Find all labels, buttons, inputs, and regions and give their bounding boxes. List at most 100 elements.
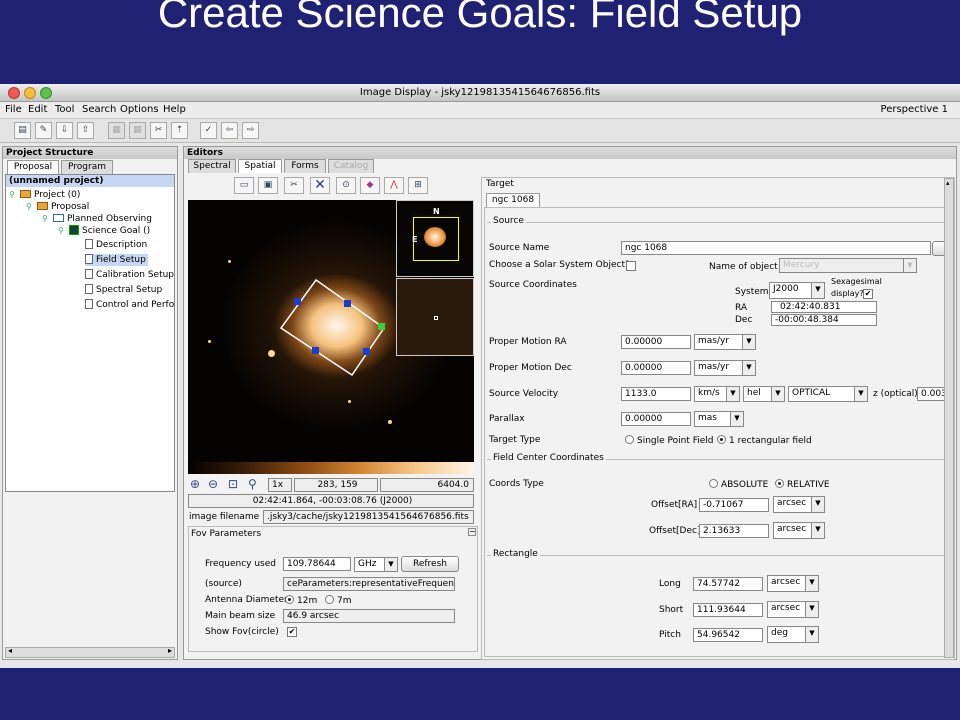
zoom-in-icon[interactable]: ⊕: [190, 477, 200, 491]
menu-edit[interactable]: Edit: [28, 104, 47, 115]
rectangular-field-radio[interactable]: 1 rectangular field: [717, 435, 812, 446]
open-image-icon[interactable]: ▭: [234, 177, 254, 194]
histogram-icon[interactable]: ⋀: [384, 177, 404, 194]
tab-proposal[interactable]: Proposal: [7, 160, 59, 174]
sexagesimal-checkbox[interactable]: ✔: [863, 289, 873, 299]
perspective-label[interactable]: Perspective 1: [881, 104, 948, 115]
refresh-button[interactable]: Refresh: [401, 556, 459, 572]
zoom-search-icon[interactable]: ⚲: [248, 477, 257, 491]
tree-item-spectral-setup[interactable]: Spectral Setup: [85, 284, 162, 296]
tree-item-proposal[interactable]: Proposal: [37, 201, 89, 213]
menu-file[interactable]: File: [5, 104, 22, 115]
colorbar[interactable]: [188, 462, 474, 474]
source-name-input[interactable]: ngc 1068: [621, 241, 931, 255]
velocity-input[interactable]: 1133.0: [621, 387, 691, 401]
tab-catalog[interactable]: Catalog: [328, 159, 374, 173]
expand-toggle-icon[interactable]: ⚲: [26, 202, 32, 211]
tree-root[interactable]: (unnamed project): [6, 175, 174, 187]
tree-item-planned-observing[interactable]: Planned Observing: [53, 213, 152, 225]
resize-handle[interactable]: [312, 347, 319, 354]
antenna-7m-radio[interactable]: 7m: [325, 595, 352, 606]
solar-system-checkbox[interactable]: [626, 261, 636, 271]
sky-image[interactable]: N E: [188, 200, 474, 462]
velocity-unit-select[interactable]: km/s ▼: [694, 386, 740, 402]
pm-ra-input[interactable]: 0.00000: [621, 335, 691, 349]
zoom-fit-icon[interactable]: ⊡: [228, 477, 238, 491]
antenna-12m-radio[interactable]: 12m: [285, 595, 317, 606]
tree-item-science-goal[interactable]: Science Goal (): [69, 225, 150, 237]
validate-icon[interactable]: ✓: [200, 122, 217, 139]
offset-ra-unit-select[interactable]: arcsec ▼: [773, 496, 825, 513]
long-input[interactable]: 74.57742: [693, 577, 763, 591]
expand-toggle-icon[interactable]: ⚲: [42, 214, 48, 223]
pitch-unit-select[interactable]: deg ▼: [767, 626, 819, 643]
long-unit-select[interactable]: arcsec ▼: [767, 575, 819, 592]
pm-ra-unit-select[interactable]: mas/yr ▼: [694, 334, 756, 350]
tab-spectral[interactable]: Spectral: [188, 159, 236, 173]
tab-forms[interactable]: Forms: [284, 159, 326, 173]
tab-spatial[interactable]: Spatial: [238, 159, 282, 173]
export-icon[interactable]: ⇧: [77, 122, 94, 139]
scroll-up-icon[interactable]: ▴: [946, 179, 950, 187]
menu-search[interactable]: Search: [82, 104, 116, 115]
tree-item-project[interactable]: Project (0): [20, 189, 80, 201]
object-name-select[interactable]: Mercury ▼: [779, 258, 917, 273]
parallax-input[interactable]: 0.00000: [621, 412, 691, 426]
pm-dec-input[interactable]: 0.00000: [621, 361, 691, 375]
zoom-out-icon[interactable]: ⊖: [208, 477, 218, 491]
menu-tool[interactable]: Tool: [55, 104, 74, 115]
tools-icon[interactable]: ✂: [150, 122, 167, 139]
eraser-icon[interactable]: ◆: [360, 177, 380, 194]
velocity-frame-select[interactable]: hel ▼: [743, 386, 785, 402]
field-rectangle[interactable]: [279, 278, 386, 377]
pitch-input[interactable]: 54.96542: [693, 628, 763, 642]
collapse-icon[interactable]: −: [468, 528, 476, 536]
save-image-icon[interactable]: ▣: [258, 177, 278, 194]
move-icon[interactable]: ⇡: [171, 122, 188, 139]
single-point-radio[interactable]: Single Point Field: [625, 435, 714, 446]
resize-handle[interactable]: [363, 348, 370, 355]
absolute-radio[interactable]: ABSOLUTE: [709, 479, 768, 490]
resize-handle[interactable]: [294, 298, 301, 305]
pan-window[interactable]: N E: [396, 200, 474, 277]
system-select[interactable]: J2000 ▼: [769, 282, 825, 299]
menu-help[interactable]: Help: [163, 104, 186, 115]
tab-program[interactable]: Program: [61, 160, 113, 174]
resize-handle[interactable]: [344, 300, 351, 307]
menu-options[interactable]: Options: [120, 104, 159, 115]
vertical-scrollbar[interactable]: ▴: [944, 178, 954, 658]
back-icon[interactable]: ⇦: [221, 122, 238, 139]
open-icon[interactable]: ✎: [35, 122, 52, 139]
scroll-left-icon[interactable]: ◂: [8, 646, 12, 655]
horizontal-scrollbar[interactable]: ◂ ▸: [5, 646, 175, 658]
relative-radio[interactable]: RELATIVE: [775, 479, 830, 490]
offset-dec-input[interactable]: 2.13633: [699, 524, 769, 538]
short-unit-select[interactable]: arcsec ▼: [767, 601, 819, 618]
delete-icon[interactable]: ✕: [310, 177, 330, 194]
grid-icon[interactable]: ⊞: [408, 177, 428, 194]
show-fov-checkbox[interactable]: ✔: [287, 627, 297, 637]
tree-item-calibration-setup[interactable]: Calibration Setup: [85, 269, 174, 281]
cut-icon[interactable]: ▦: [108, 122, 125, 139]
pm-dec-unit-select[interactable]: mas/yr ▼: [694, 360, 756, 376]
scroll-right-icon[interactable]: ▸: [168, 646, 172, 655]
target-icon[interactable]: ⊙: [336, 177, 356, 194]
rotate-handle[interactable]: [378, 323, 385, 330]
tab-target-ngc1068[interactable]: ngc 1068: [486, 193, 540, 207]
offset-ra-input[interactable]: -0.71067: [699, 498, 769, 512]
ra-input[interactable]: 02:42:40.831: [771, 301, 877, 313]
cut-region-icon[interactable]: ✂: [284, 177, 304, 194]
tree-item-field-setup[interactable]: Field Setup: [85, 254, 148, 266]
expand-toggle-icon[interactable]: ⚲: [58, 226, 64, 235]
forward-icon[interactable]: ⇨: [242, 122, 259, 139]
frequency-input[interactable]: 109.78644: [283, 557, 351, 571]
tree-item-control-performance[interactable]: Control and Perfo: [85, 299, 174, 311]
expand-toggle-icon[interactable]: ⚲: [9, 190, 15, 199]
tree-item-description[interactable]: Description: [85, 239, 147, 251]
doppler-convention-select[interactable]: OPTICAL ▼: [788, 386, 868, 402]
new-document-icon[interactable]: ▤: [14, 122, 31, 139]
frequency-unit-select[interactable]: GHz ▼: [354, 557, 398, 572]
dec-input[interactable]: -00:00:48.384: [771, 314, 877, 326]
copy-icon[interactable]: ▦: [129, 122, 146, 139]
parallax-unit-select[interactable]: mas ▼: [694, 411, 744, 427]
